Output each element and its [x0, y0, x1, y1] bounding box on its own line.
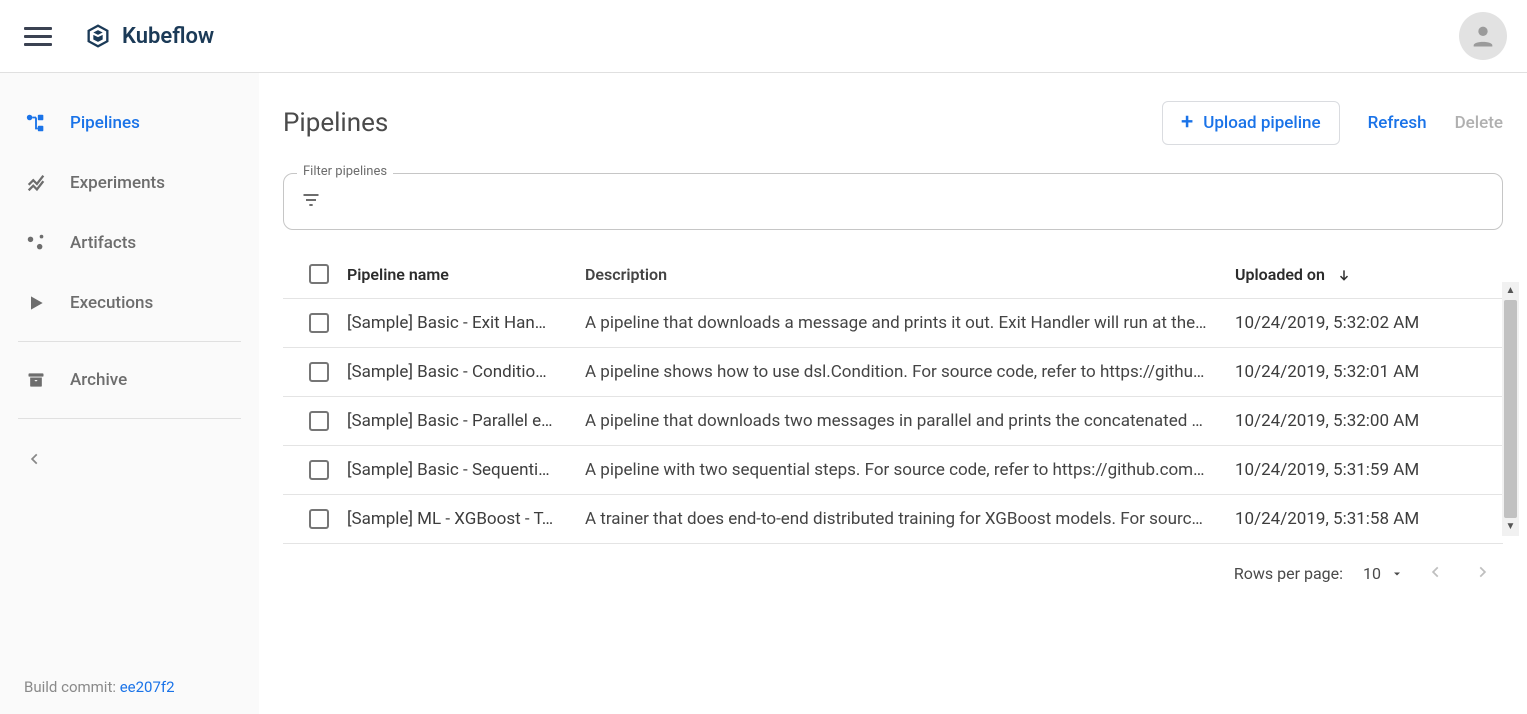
pipeline-description: A pipeline shows how to use dsl.Conditio…	[585, 362, 1235, 382]
pipeline-name[interactable]: [Sample] Basic - Conditio…	[347, 362, 585, 382]
sidebar: Pipelines Experiments Artifacts Executio…	[0, 73, 259, 714]
refresh-button[interactable]: Refresh	[1368, 113, 1427, 133]
executions-icon	[24, 291, 48, 315]
pipeline-description: A pipeline with two sequential steps. Fo…	[585, 460, 1235, 480]
pipeline-description: A pipeline that downloads a message and …	[585, 313, 1235, 333]
sidebar-item-label: Experiments	[70, 173, 165, 193]
sidebar-item-artifacts[interactable]: Artifacts	[0, 213, 259, 273]
scroll-thumb[interactable]	[1504, 300, 1517, 518]
sidebar-item-pipelines[interactable]: Pipelines	[0, 93, 259, 153]
pipeline-name[interactable]: [Sample] ML - XGBoost - T…	[347, 509, 585, 529]
sort-desc-icon	[1337, 267, 1351, 286]
artifacts-icon	[24, 231, 48, 255]
pipeline-uploaded-date: 10/24/2019, 5:32:01 AM	[1235, 362, 1495, 382]
table-row[interactable]: [Sample] Basic - Exit Han…A pipeline tha…	[283, 299, 1503, 348]
main-content: Pipelines + Upload pipeline Refresh Dele…	[259, 73, 1527, 714]
delete-button: Delete	[1455, 113, 1503, 133]
sidebar-item-label: Artifacts	[70, 233, 136, 253]
pipeline-description: A trainer that does end-to-end distribut…	[585, 509, 1235, 529]
pipeline-table: Pipeline name Description Uploaded on [S…	[283, 250, 1503, 544]
scroll-up-icon[interactable]: ▲	[1502, 282, 1519, 300]
build-label: Build commit:	[24, 678, 120, 696]
table-row[interactable]: [Sample] Basic - Parallel e…A pipeline t…	[283, 397, 1503, 446]
sidebar-item-label: Executions	[70, 293, 153, 313]
pipeline-uploaded-date: 10/24/2019, 5:32:02 AM	[1235, 313, 1495, 333]
pipeline-description: A pipeline that downloads two messages i…	[585, 411, 1235, 431]
pagination: Rows per page: 10	[283, 544, 1503, 603]
row-checkbox[interactable]	[309, 362, 329, 382]
dropdown-icon	[1391, 568, 1403, 580]
brand-logo[interactable]: Kubeflow	[84, 22, 214, 50]
kubeflow-icon	[84, 22, 112, 50]
table-header-row: Pipeline name Description Uploaded on	[283, 250, 1503, 299]
rows-per-page-label: Rows per page:	[1234, 564, 1343, 583]
user-avatar[interactable]	[1459, 12, 1507, 60]
sidebar-item-label: Archive	[70, 370, 127, 390]
table-row[interactable]: [Sample] Basic - Sequenti…A pipeline wit…	[283, 446, 1503, 495]
sidebar-item-experiments[interactable]: Experiments	[0, 153, 259, 213]
upload-label: Upload pipeline	[1203, 113, 1320, 133]
prev-page-button[interactable]	[1423, 558, 1449, 589]
page-title: Pipelines	[283, 108, 388, 138]
sidebar-item-archive[interactable]: Archive	[0, 350, 259, 410]
upload-pipeline-button[interactable]: + Upload pipeline	[1162, 101, 1340, 145]
pipeline-name[interactable]: [Sample] Basic - Sequenti…	[347, 460, 585, 480]
filter-label: Filter pipelines	[297, 164, 393, 179]
sidebar-collapse-button[interactable]	[0, 435, 259, 486]
page-actions: + Upload pipeline Refresh Delete	[1162, 101, 1503, 145]
pipeline-name[interactable]: [Sample] Basic - Parallel e…	[347, 411, 585, 431]
pipeline-name[interactable]: [Sample] Basic - Exit Han…	[347, 313, 585, 333]
table-row[interactable]: [Sample] Basic - Conditio…A pipeline sho…	[283, 348, 1503, 397]
filter-icon	[301, 190, 321, 214]
brand-name: Kubeflow	[122, 24, 214, 49]
divider	[18, 418, 241, 419]
page-header: Pipelines + Upload pipeline Refresh Dele…	[283, 89, 1503, 145]
filter-input[interactable]	[283, 173, 1503, 230]
row-checkbox[interactable]	[309, 460, 329, 480]
chevron-left-icon	[28, 452, 42, 466]
build-commit-link[interactable]: ee207f2	[120, 678, 175, 696]
header-uploaded[interactable]: Uploaded on	[1235, 265, 1495, 284]
select-all-checkbox[interactable]	[309, 264, 329, 284]
sidebar-item-executions[interactable]: Executions	[0, 273, 259, 333]
experiments-icon	[24, 171, 48, 195]
filter-container: Filter pipelines	[283, 173, 1503, 230]
row-checkbox[interactable]	[309, 509, 329, 529]
build-info: Build commit: ee207f2	[0, 660, 259, 714]
menu-toggle-icon[interactable]	[24, 22, 52, 50]
scroll-down-icon[interactable]: ▼	[1502, 518, 1519, 536]
row-checkbox[interactable]	[309, 313, 329, 333]
pipeline-uploaded-date: 10/24/2019, 5:31:59 AM	[1235, 460, 1495, 480]
pipeline-uploaded-date: 10/24/2019, 5:31:58 AM	[1235, 509, 1495, 529]
plus-icon: +	[1181, 112, 1193, 134]
header-description[interactable]: Description	[585, 265, 1235, 284]
divider	[18, 341, 241, 342]
pipelines-icon	[24, 111, 48, 135]
next-page-button[interactable]	[1469, 558, 1495, 589]
vertical-scrollbar[interactable]: ▲ ▼	[1502, 282, 1519, 536]
pipeline-uploaded-date: 10/24/2019, 5:32:00 AM	[1235, 411, 1495, 431]
archive-icon	[24, 368, 48, 392]
sidebar-item-label: Pipelines	[70, 113, 140, 133]
header-name[interactable]: Pipeline name	[347, 265, 585, 284]
app-header: Kubeflow	[0, 0, 1527, 73]
row-checkbox[interactable]	[309, 411, 329, 431]
rows-per-page-select[interactable]: 10	[1363, 564, 1403, 583]
table-row[interactable]: [Sample] ML - XGBoost - T…A trainer that…	[283, 495, 1503, 544]
person-icon	[1469, 22, 1497, 50]
